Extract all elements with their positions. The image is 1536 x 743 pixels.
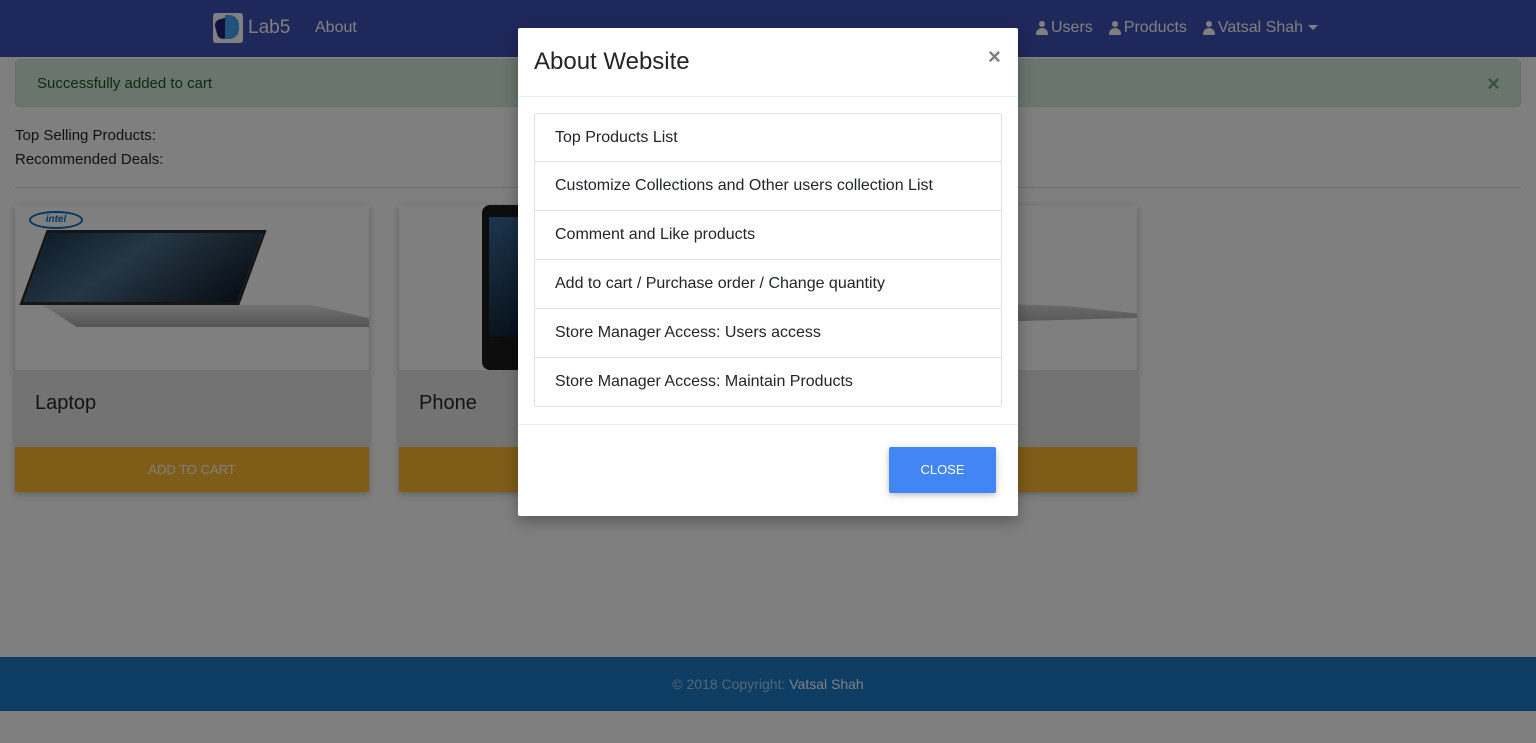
list-item: Store Manager Access: Users access — [534, 309, 1002, 358]
modal-footer-divider — [518, 424, 1018, 425]
modal-header-divider — [518, 96, 1018, 97]
close-button[interactable]: CLOSE — [889, 447, 996, 493]
close-icon[interactable]: × — [988, 44, 1001, 70]
list-item: Customize Collections and Other users co… — [534, 162, 1002, 211]
list-item: Store Manager Access: Maintain Products — [534, 358, 1002, 407]
list-item: Top Products List — [534, 113, 1002, 162]
feature-list: Top Products List Customize Collections … — [534, 113, 1002, 407]
list-item: Comment and Like products — [534, 211, 1002, 260]
list-item: Add to cart / Purchase order / Change qu… — [534, 260, 1002, 309]
modal-title: About Website — [534, 48, 690, 75]
about-modal: About Website × Top Products List Custom… — [518, 28, 1018, 516]
